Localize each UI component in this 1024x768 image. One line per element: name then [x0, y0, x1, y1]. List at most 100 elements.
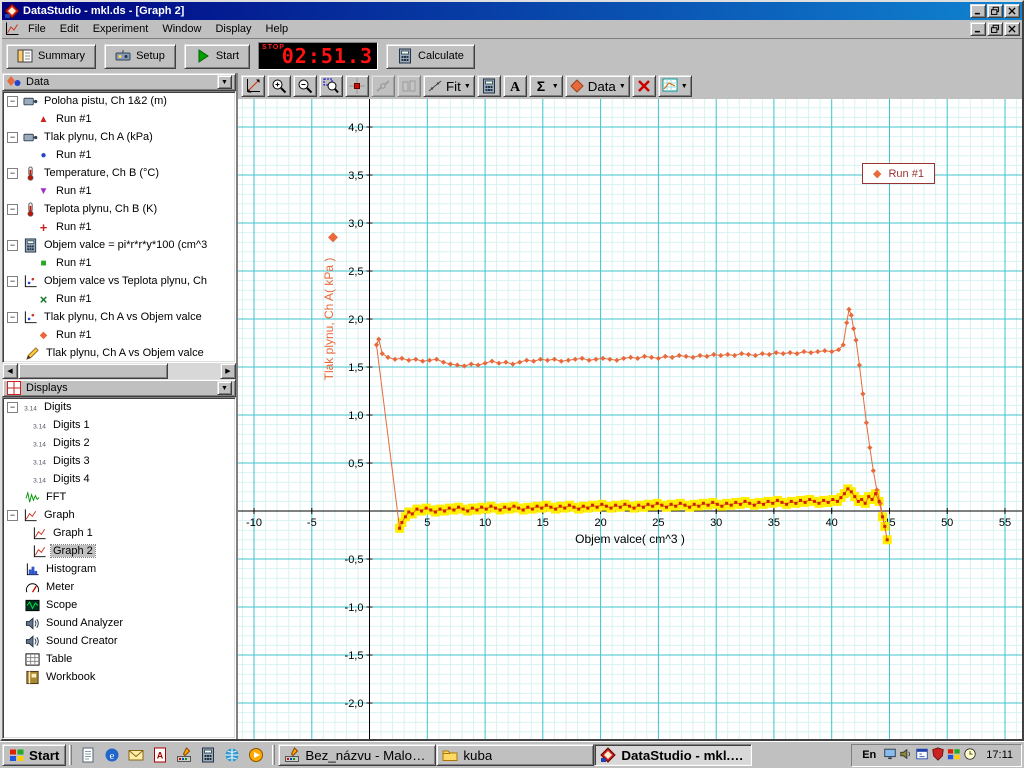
expand-box-icon[interactable]: − — [7, 402, 18, 413]
data-panel-header[interactable]: Data ▼ — [2, 73, 236, 91]
scrollbar-track[interactable] — [168, 363, 220, 379]
displays-tree-item[interactable]: Scope — [3, 596, 235, 614]
data-tree-item[interactable]: +Run #1 — [3, 218, 235, 236]
expand-box-icon[interactable]: − — [7, 276, 18, 287]
menu-edit[interactable]: Edit — [53, 22, 86, 36]
align-tool-button[interactable] — [397, 75, 421, 97]
data-tree-item[interactable]: −Teplota plynu, Ch B (K) — [3, 200, 235, 218]
data-menu-button[interactable]: Data▼ — [565, 75, 630, 97]
expand-box-icon[interactable]: − — [7, 132, 18, 143]
restore-button[interactable] — [987, 4, 1003, 18]
zoom-out-button[interactable] — [293, 75, 317, 97]
graph-settings-button[interactable]: ▼ — [658, 75, 692, 97]
quicklaunch-calculate-icon[interactable] — [198, 745, 218, 765]
quicklaunch-media-icon[interactable] — [246, 745, 266, 765]
data-tree-item[interactable]: ×Run #1 — [3, 290, 235, 308]
displays-tree-item[interactable]: Graph 2 — [3, 542, 235, 560]
quicklaunch-globe-icon[interactable] — [222, 745, 242, 765]
data-tree-item[interactable]: −Temperature, Ch B (°C) — [3, 164, 235, 182]
data-tree-item[interactable]: −Objem valce vs Teplota plynu, Ch — [3, 272, 235, 290]
start-button[interactable]: Start — [2, 744, 66, 766]
menu-experiment[interactable]: Experiment — [86, 22, 156, 36]
statistics-menu-button[interactable]: Σ▼ — [529, 75, 563, 97]
data-tree-item[interactable]: ◆Run #1 — [3, 326, 235, 344]
displays-tree-item[interactable]: FFT — [3, 488, 235, 506]
minimize-button[interactable] — [970, 4, 986, 18]
data-tree-item[interactable]: −Poloha pistu, Ch 1&2 (m) — [3, 92, 235, 110]
displays-tree-item[interactable]: 3.14Digits 4 — [3, 470, 235, 488]
tray-shield-icon[interactable] — [930, 746, 946, 762]
displays-tree-item[interactable]: Histogram — [3, 560, 235, 578]
tray-win-flag-icon[interactable] — [946, 746, 962, 762]
displays-panel-header[interactable]: Displays ▼ — [2, 379, 236, 397]
tray-clock-icon[interactable] — [962, 746, 978, 762]
displays-tree-item[interactable]: −Graph — [3, 506, 235, 524]
child-restore-button[interactable] — [987, 22, 1003, 36]
quicklaunch-ie-icon[interactable]: e — [102, 745, 122, 765]
tray-display-icon[interactable] — [882, 746, 898, 762]
legend[interactable]: ◆ Run #1 — [862, 163, 935, 184]
scroll-right-button[interactable]: ▶ — [220, 363, 236, 379]
data-tree-item[interactable]: −Objem valce = pi*r*r*y*100 (cm^3 — [3, 236, 235, 254]
displays-tree-item[interactable]: Graph 1 — [3, 524, 235, 542]
quicklaunch-mail-icon[interactable] — [126, 745, 146, 765]
data-tree-item[interactable]: ▲Run #1 — [3, 110, 235, 128]
data-tree-item[interactable]: ▼Run #1 — [3, 182, 235, 200]
child-minimize-button[interactable] — [970, 22, 986, 36]
calculate-tool-button[interactable] — [477, 75, 501, 97]
data-tree-hscrollbar[interactable]: ◀ ▶ — [2, 363, 236, 379]
expand-box-icon[interactable]: − — [7, 312, 18, 323]
expand-box-icon[interactable]: − — [7, 168, 18, 179]
expand-box-icon[interactable]: − — [7, 240, 18, 251]
child-close-button[interactable] — [1004, 22, 1020, 36]
scale-to-fit-button[interactable] — [241, 75, 265, 97]
data-tree-item[interactable]: ■Run #1 — [3, 254, 235, 272]
menu-window[interactable]: Window — [155, 22, 208, 36]
quicklaunch-paint-icon[interactable] — [174, 745, 194, 765]
summary-button[interactable]: Summary — [6, 44, 96, 69]
text-tool-button[interactable]: A — [503, 75, 527, 97]
language-indicator[interactable]: En — [860, 749, 878, 761]
displays-tree-item[interactable]: −3.14Digits — [3, 398, 235, 416]
displays-tree-item[interactable]: Sound Creator — [3, 632, 235, 650]
data-tree-item[interactable]: Tlak plynu, Ch A vs Objem valce — [3, 344, 235, 362]
displays-tree-item[interactable]: 3.14Digits 3 — [3, 452, 235, 470]
menu-file[interactable]: File — [21, 22, 53, 36]
smart-tool-button[interactable] — [345, 75, 369, 97]
displays-tree-item[interactable]: Table — [3, 650, 235, 668]
displays-tree-item[interactable]: 3.14Digits 1 — [3, 416, 235, 434]
remove-button[interactable] — [632, 75, 656, 97]
setup-button[interactable]: Setup — [104, 44, 176, 69]
tray-speaker-icon[interactable] — [898, 746, 914, 762]
zoom-in-button[interactable] — [267, 75, 291, 97]
data-tree-item[interactable]: ●Run #1 — [3, 146, 235, 164]
quicklaunch-pdf-icon[interactable]: A — [150, 745, 170, 765]
menu-display[interactable]: Display — [208, 22, 258, 36]
displays-tree-item[interactable]: Sound Analyzer — [3, 614, 235, 632]
scrollbar-thumb[interactable] — [18, 363, 168, 379]
title-bar[interactable]: DataStudio - mkl.ds - [Graph 2] — [2, 2, 1022, 20]
data-tree-item[interactable]: −Tlak plynu, Ch A vs Objem valce — [3, 308, 235, 326]
start-button-toolbar[interactable]: Start — [184, 44, 250, 69]
taskbar-task-button[interactable]: kuba — [436, 744, 594, 766]
fit-menu-button[interactable]: Fit▼ — [423, 75, 475, 97]
expand-box-icon[interactable]: − — [7, 204, 18, 215]
data-panel-menu-button[interactable]: ▼ — [217, 75, 232, 89]
taskbar-task-button[interactable]: DataStudio - mkl.ds ... — [594, 744, 752, 766]
slope-tool-button[interactable] — [371, 75, 395, 97]
taskbar-task-button[interactable]: Bez_názvu - Malování — [278, 744, 436, 766]
close-button[interactable] — [1004, 4, 1020, 18]
zoom-select-button[interactable] — [319, 75, 343, 97]
quicklaunch-doc-icon[interactable] — [78, 745, 98, 765]
menu-help[interactable]: Help — [259, 22, 296, 36]
expand-box-icon[interactable]: − — [7, 510, 18, 521]
data-tree-item[interactable]: −Tlak plynu, Ch A (kPa) — [3, 128, 235, 146]
expand-box-icon[interactable]: − — [7, 96, 18, 107]
calculate-button[interactable]: Calculate — [386, 44, 475, 69]
displays-tree-item[interactable]: Workbook — [3, 668, 235, 686]
graph-area[interactable]: -10-55101520253035404550554,03,53,02,52,… — [238, 99, 1022, 739]
displays-tree-item[interactable]: 3.14Digits 2 — [3, 434, 235, 452]
displays-panel-menu-button[interactable]: ▼ — [217, 381, 232, 395]
displays-tree-item[interactable]: Meter — [3, 578, 235, 596]
tray-schedule-icon[interactable] — [914, 746, 930, 762]
